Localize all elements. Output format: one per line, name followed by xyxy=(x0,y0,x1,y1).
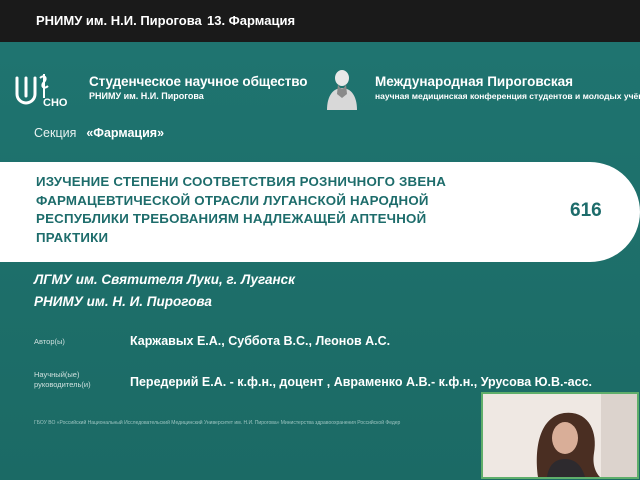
conference-subtitle: научная медицинская конференция студенто… xyxy=(375,91,640,101)
society-subtitle: РНИМУ им. Н.И. Пирогова xyxy=(89,91,204,101)
section-line: Секция «Фармация» xyxy=(34,126,164,140)
sno-logo: СНО xyxy=(15,74,68,108)
talk-title-line: ИЗУЧЕНИЕ СТЕПЕНИ СООТВЕТСТВИЯ РОЗНИЧНОГО… xyxy=(36,174,447,189)
section-value: «Фармация» xyxy=(86,126,165,140)
conference-name: Международная Пироговская xyxy=(375,74,574,89)
logo-text: СНО xyxy=(43,97,68,108)
talk-title-line: РЕСПУБЛИКИ ТРЕБОВАНИЯМ НАДЛЕЖАЩЕЙ АПТЕЧН… xyxy=(36,211,427,226)
supervisors-value: Передерий Е.А. - к.ф.н., доцент , Авраме… xyxy=(130,375,592,389)
talk-title-line: ФАРМАЦЕВТИЧЕСКОЙ ОТРАСЛИ ЛУГАНСКОЙ НАРОД… xyxy=(36,192,429,208)
supervisors-label-line: Научный(ые) xyxy=(34,370,80,379)
pirogov-portrait-icon xyxy=(327,70,357,110)
section-title: 13. Фармация xyxy=(207,13,296,28)
talk-number: 616 xyxy=(570,200,602,221)
talk-title-line: ПРАКТИКИ xyxy=(36,229,109,245)
conference-block: Международная Пироговская научная медици… xyxy=(375,74,640,101)
institution-line: РНИМУ им. Н. И. Пирогова xyxy=(34,294,212,309)
authors-value: Каржавых Е.А., Суббота В.С., Леонов А.С. xyxy=(130,334,391,348)
video-top-bar: РНИМУ им. Н.И. Пирогова 13. Фармация xyxy=(0,0,640,42)
institution-title: РНИМУ им. Н.И. Пирогова xyxy=(36,13,202,28)
student-society-block: Студенческое научное общество РНИМУ им. … xyxy=(89,74,308,101)
authors-label: Автор(ы) xyxy=(34,337,65,346)
slide-footer: ГБОУ ВО «Российский Национальный Исследо… xyxy=(34,420,401,426)
presenter-video-image xyxy=(483,394,637,477)
title-band: ИЗУЧЕНИЕ СТЕПЕНИ СООТВЕТСТВИЯ РОЗНИЧНОГО… xyxy=(0,162,640,262)
webcam-video-tile[interactable] xyxy=(481,392,639,479)
institution-line: ЛГМУ им. Святителя Луки, г. Луганск xyxy=(34,272,296,287)
section-label: Секция xyxy=(34,126,77,140)
talk-title: ИЗУЧЕНИЕ СТЕПЕНИ СООТВЕТСТВИЯ РОЗНИЧНОГО… xyxy=(36,173,486,247)
supervisors-label-line: руководитель(и) xyxy=(34,380,91,389)
society-name: Студенческое научное общество xyxy=(89,74,308,89)
supervisors-label: Научный(ые) руководитель(и) xyxy=(34,370,91,390)
